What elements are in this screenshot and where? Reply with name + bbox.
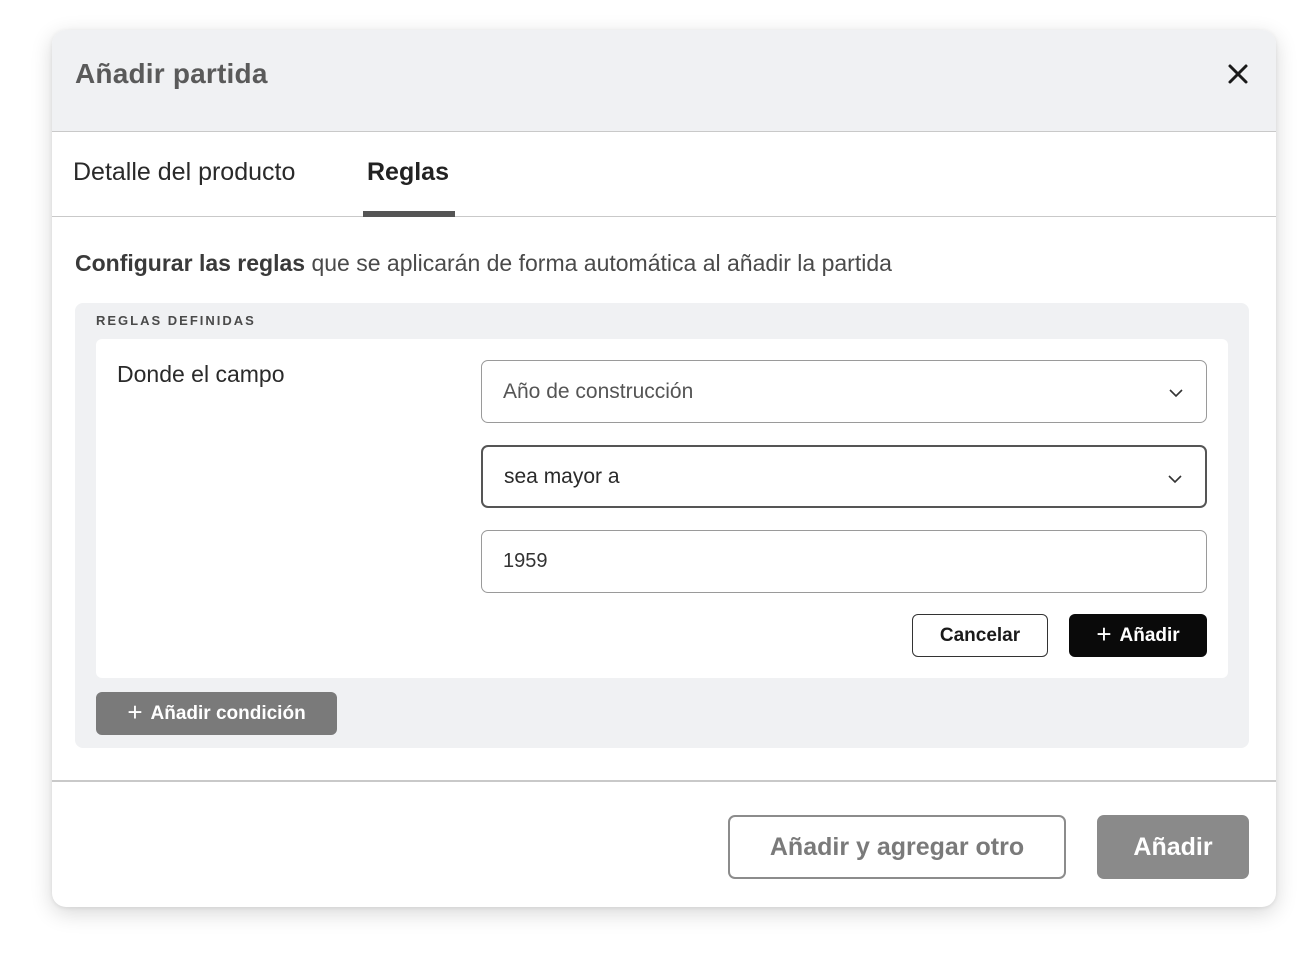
add-item-dialog: Añadir partida Detalle del producto Regl… bbox=[52, 30, 1276, 907]
rule-card: Donde el campo Año de construcción sea m… bbox=[96, 339, 1228, 678]
field-select-value: Año de construcción bbox=[503, 379, 694, 403]
add-rule-label: Añadir bbox=[1119, 624, 1180, 646]
add-rule-button[interactable]: + Añadir bbox=[1069, 614, 1207, 657]
close-icon[interactable] bbox=[1224, 60, 1252, 88]
field-select[interactable]: Año de construcción bbox=[481, 360, 1207, 423]
add-condition-button[interactable]: + Añadir condición bbox=[96, 692, 337, 735]
value-input-text: 1959 bbox=[503, 550, 548, 572]
tab-product-detail[interactable]: Detalle del producto bbox=[73, 158, 295, 187]
where-field-label: Donde el campo bbox=[117, 361, 285, 387]
operator-select[interactable]: sea mayor a bbox=[481, 445, 1207, 508]
description-rest: que se aplicarán de forma automática al … bbox=[305, 250, 892, 276]
cancel-button[interactable]: Cancelar bbox=[912, 614, 1048, 657]
section-label: REGLAS DEFINIDAS bbox=[96, 313, 256, 328]
chevron-down-icon bbox=[1169, 389, 1183, 398]
operator-select-value: sea mayor a bbox=[504, 464, 620, 488]
dialog-title: Añadir partida bbox=[75, 58, 268, 89]
footer-divider bbox=[52, 780, 1276, 782]
add-condition-label: Añadir condición bbox=[150, 702, 306, 724]
tab-rules[interactable]: Reglas bbox=[367, 158, 449, 187]
defined-rules-section: REGLAS DEFINIDAS Donde el campo Año de c… bbox=[75, 303, 1249, 748]
rules-description: Configurar las reglas que se aplicarán d… bbox=[75, 250, 892, 277]
value-input[interactable]: 1959 bbox=[481, 530, 1207, 593]
chevron-down-icon bbox=[1168, 475, 1182, 484]
dialog-header: Añadir partida bbox=[52, 30, 1276, 132]
plus-icon: + bbox=[127, 697, 143, 727]
add-button[interactable]: Añadir bbox=[1097, 815, 1249, 879]
tab-bar: Detalle del producto Reglas bbox=[52, 132, 1276, 217]
plus-icon: + bbox=[1096, 619, 1112, 649]
description-bold: Configurar las reglas bbox=[75, 250, 306, 276]
active-tab-indicator bbox=[363, 211, 455, 217]
add-and-another-button[interactable]: Añadir y agregar otro bbox=[728, 815, 1066, 879]
